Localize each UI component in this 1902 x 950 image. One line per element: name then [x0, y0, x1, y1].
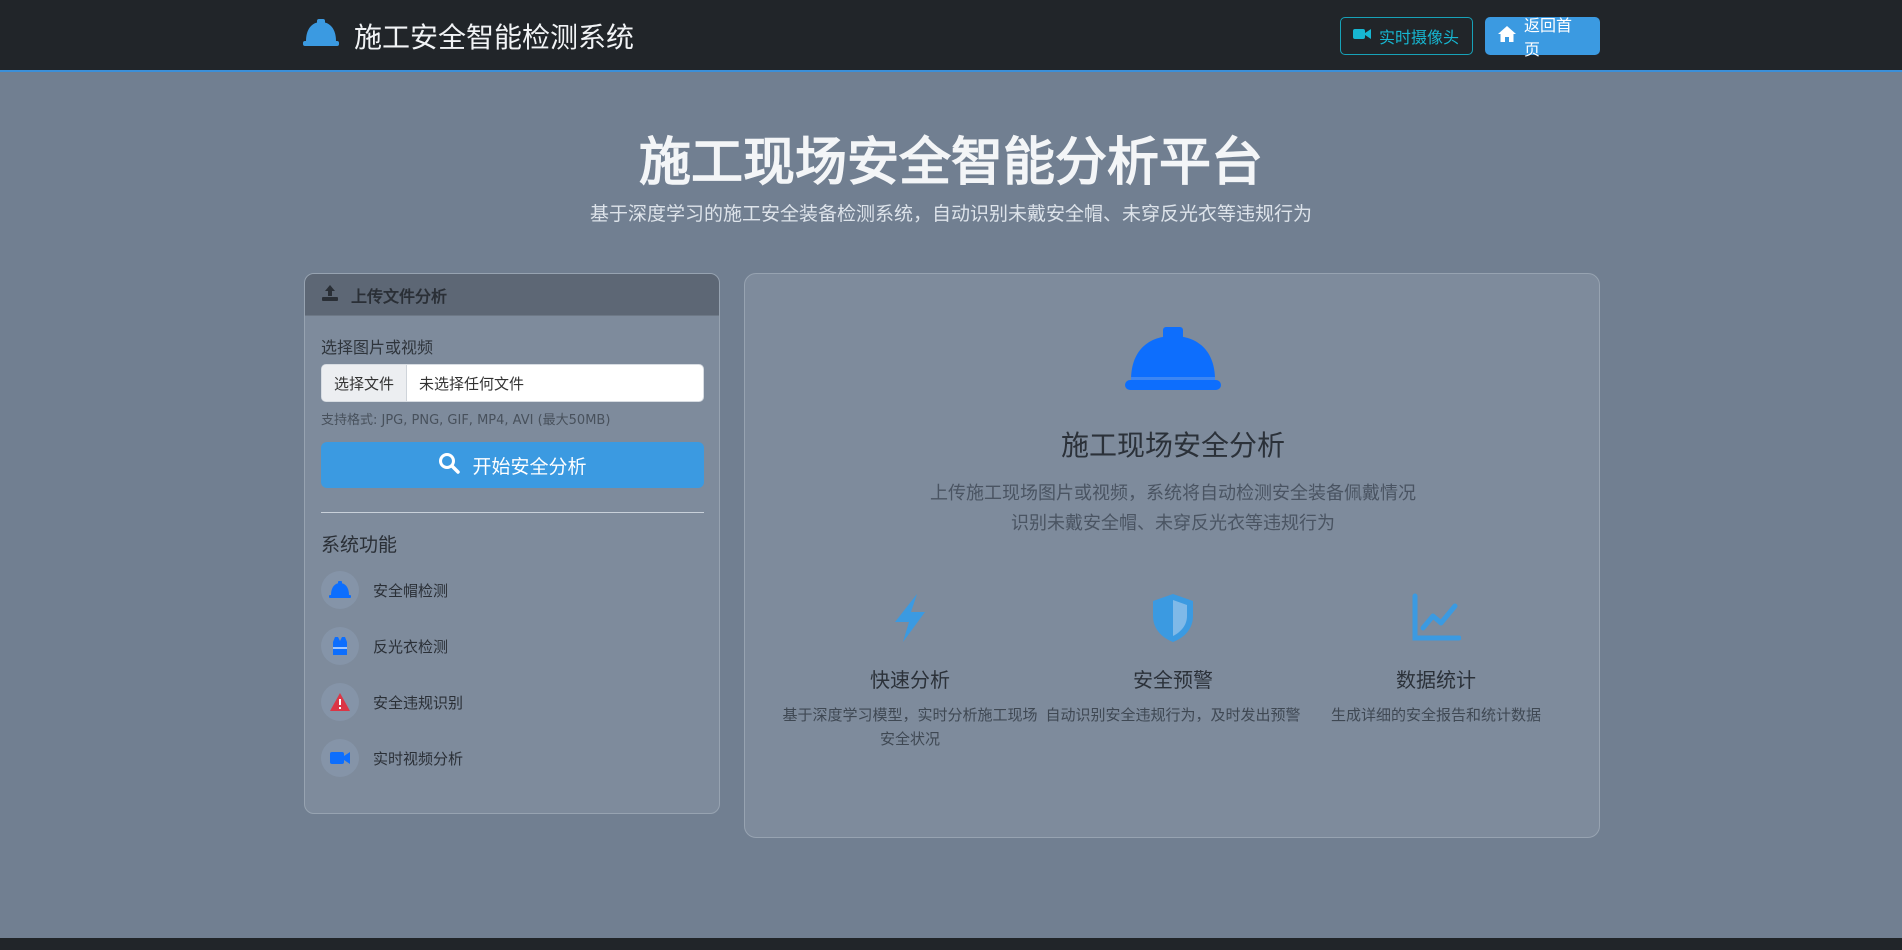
page-subtitle: 基于深度学习的施工安全装备检测系统，自动识别未戴安全帽、未穿反光衣等违规行为 — [589, 203, 1312, 225]
feature-label: 安全帽检测 — [373, 581, 449, 600]
features-heading: 系统功能 — [321, 534, 398, 556]
column-text: 生成详细的安全报告和统计数据 — [1330, 706, 1541, 724]
start-analysis-button[interactable]: 开始安全分析 — [321, 442, 704, 488]
home-icon — [1498, 26, 1516, 46]
column-title: 安全预警 — [1133, 668, 1213, 692]
file-field-label: 选择图片或视频 — [321, 338, 434, 357]
footer — [0, 938, 1902, 950]
file-format-hint: 支持格式: JPG, PNG, GIF, MP4, AVI (最大50MB) — [321, 413, 611, 428]
helmet-icon — [321, 571, 359, 609]
brand[interactable]: 施工安全智能检测系统 — [302, 18, 634, 54]
search-icon — [438, 452, 461, 479]
helmet-icon — [1125, 326, 1221, 398]
live-camera-label: 实时摄像头 — [1379, 28, 1460, 47]
video-icon — [321, 739, 359, 777]
shield-icon — [1148, 594, 1198, 648]
live-camera-button[interactable]: 实时摄像头 — [1340, 17, 1473, 55]
column-title: 快速分析 — [870, 668, 950, 692]
bolt-icon — [885, 594, 935, 648]
chart-line-icon — [1411, 593, 1462, 648]
upload-icon — [321, 284, 339, 306]
feature-violation-recognition: 安全违规识别 — [321, 682, 463, 722]
top-navbar: 施工安全智能检测系统 实时摄像头 返回首页 — [0, 0, 1902, 72]
column-title: 数据统计 — [1396, 668, 1476, 692]
feature-column-safety-alert: 安全预警 自动识别安全违规行为，及时发出预警 — [1038, 592, 1308, 727]
divider — [321, 512, 704, 513]
brand-title: 施工安全智能检测系统 — [354, 21, 635, 54]
feature-label: 实时视频分析 — [373, 749, 464, 768]
upload-card: 上传文件分析 选择图片或视频 选择文件 未选择任何文件 支持格式: JPG, P… — [304, 273, 720, 814]
intro-description: 上传施工现场图片或视频，系统将自动检测安全装备佩戴情况 识别未戴安全帽、未穿反光… — [745, 479, 1601, 539]
warning-icon — [321, 683, 359, 721]
intro-desc-line: 上传施工现场图片或视频，系统将自动检测安全装备佩戴情况 — [930, 483, 1416, 504]
vest-icon — [321, 627, 359, 665]
upload-card-title: 上传文件分析 — [351, 286, 448, 306]
intro-card: 施工现场安全分析 上传施工现场图片或视频，系统将自动检测安全装备佩戴情况 识别未… — [744, 273, 1600, 838]
file-status-text: 未选择任何文件 — [419, 374, 525, 393]
file-input[interactable]: 选择文件 未选择任何文件 — [321, 364, 704, 402]
home-button[interactable]: 返回首页 — [1485, 16, 1600, 59]
helmet-icon — [302, 17, 340, 56]
intro-desc-line: 识别未戴安全帽、未穿反光衣等违规行为 — [1011, 513, 1335, 534]
upload-card-header: 上传文件分析 — [305, 274, 719, 316]
feature-helmet-detection: 安全帽检测 — [321, 570, 448, 610]
start-analysis-label: 开始安全分析 — [472, 455, 587, 478]
video-camera-icon — [1353, 26, 1371, 46]
feature-column-fast-analysis: 快速分析 基于深度学习模型，实时分析施工现场安全状况 — [775, 592, 1045, 751]
feature-video-analysis: 实时视频分析 — [321, 738, 463, 778]
feature-column-statistics: 数据统计 生成详细的安全报告和统计数据 — [1301, 592, 1571, 727]
feature-vest-detection: 反光衣检测 — [321, 626, 448, 666]
feature-label: 安全违规识别 — [373, 693, 464, 712]
column-text: 自动识别安全违规行为，及时发出预警 — [1045, 706, 1301, 724]
home-label: 返回首页 — [1524, 16, 1573, 59]
intro-title: 施工现场安全分析 — [1060, 429, 1285, 462]
feature-label: 反光衣检测 — [373, 637, 449, 656]
page-title: 施工现场安全智能分析平台 — [638, 133, 1263, 193]
choose-file-button[interactable]: 选择文件 — [322, 365, 408, 401]
column-text: 基于深度学习模型，实时分析施工现场安全状况 — [782, 706, 1038, 748]
